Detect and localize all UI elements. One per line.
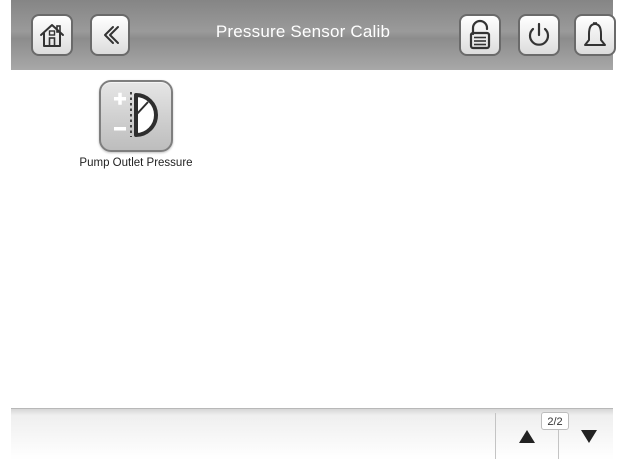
tile-icon-frame[interactable] xyxy=(99,80,173,152)
home-button[interactable] xyxy=(31,14,73,56)
lock-button[interactable] xyxy=(459,14,501,56)
chevron-double-left-icon xyxy=(104,26,119,44)
screen: Pressure Sensor Calib Pump Outlet Pressu… xyxy=(0,0,624,459)
power-icon xyxy=(528,22,550,46)
triangle-down-icon xyxy=(581,430,597,443)
unlocked-padlock-icon xyxy=(469,19,491,50)
bell-icon xyxy=(584,22,606,46)
alarm-button[interactable] xyxy=(574,14,616,56)
header-bar: Pressure Sensor Calib xyxy=(11,0,616,70)
triangle-up-icon xyxy=(519,430,535,443)
footer-divider xyxy=(495,413,496,459)
content-area: Pump Outlet Pressure xyxy=(11,70,613,408)
home-icon xyxy=(40,24,64,47)
back-button[interactable] xyxy=(90,14,130,56)
page-title: Pressure Sensor Calib xyxy=(215,22,391,41)
tile-label: Pump Outlet Pressure xyxy=(79,157,193,169)
footer-bar: 2/2 xyxy=(11,408,613,459)
page-up-button[interactable] xyxy=(516,427,538,445)
page-down-button[interactable] xyxy=(578,427,600,445)
pressure-calibration-gauge-icon xyxy=(114,92,158,137)
power-button[interactable] xyxy=(518,14,560,56)
pump-outlet-pressure-tile[interactable]: Pump Outlet Pressure xyxy=(65,80,215,180)
page-indicator: 2/2 xyxy=(541,412,569,430)
